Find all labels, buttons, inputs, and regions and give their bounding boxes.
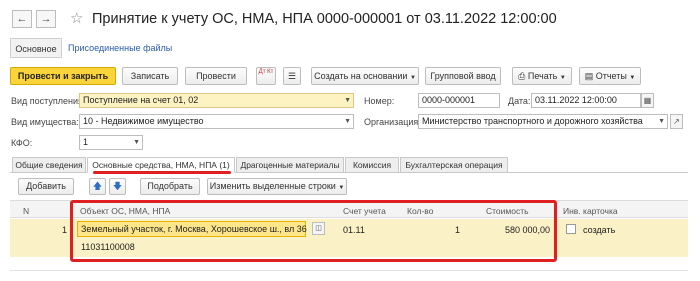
table-bottom-border [10, 270, 688, 271]
list-icon: ☰ [287, 71, 297, 81]
kfo-field[interactable]: 1 ▼ [79, 135, 143, 150]
dt-kt-button[interactable]: Дт Кт [256, 67, 276, 85]
chevron-down-icon[interactable]: ▼ [344, 94, 351, 107]
active-tab-underline [93, 171, 231, 174]
row-number: 1 [62, 225, 68, 235]
property-type-label: Вид имущества: [11, 117, 79, 127]
calendar-button[interactable]: ▦ [641, 93, 654, 108]
chevron-down-icon: ▼ [559, 75, 566, 81]
receipt-type-label: Вид поступления: [11, 96, 86, 106]
organization-label: Организация: [364, 117, 421, 127]
chevron-down-icon[interactable]: ▼ [658, 115, 665, 128]
arrow-left-icon: ← [16, 13, 28, 25]
star-icon[interactable]: ☆ [70, 9, 83, 27]
column-header-n[interactable]: N [23, 206, 29, 216]
print-button[interactable]: ⎙ Печать ▼ [512, 67, 572, 85]
calendar-icon: ▦ [643, 96, 652, 105]
reports-button[interactable]: ▤ Отчеты ▼ [579, 67, 641, 85]
tab-attached-files[interactable]: Присоединенные файлы [68, 38, 172, 58]
column-header-inv-card[interactable]: Инв. карточка [563, 206, 618, 216]
number-field[interactable]: 0000-000001 [418, 93, 500, 108]
organization-field[interactable]: Министерство транспортного и дорожного х… [418, 114, 668, 129]
chevron-down-icon: ▼ [338, 185, 345, 191]
pick-button[interactable]: Подобрать [140, 178, 200, 195]
page-title: Принятие к учету ОС, НМА, НПА 0000-00000… [92, 11, 557, 27]
tab-general[interactable]: Общие сведения [12, 157, 86, 173]
group-input-button[interactable]: Групповой ввод [425, 67, 501, 85]
dt-kt-icon: Дт Кт [258, 69, 274, 75]
chevron-down-icon[interactable]: ▼ [133, 136, 140, 149]
forward-button[interactable]: → [36, 10, 56, 28]
printer-icon: ⎙ [518, 71, 526, 81]
date-label: Дата: [508, 96, 531, 106]
create-card-checkbox[interactable] [566, 224, 576, 234]
post-and-close-button[interactable]: Провести и закрыть [10, 67, 116, 85]
tab-commission[interactable]: Комиссия [345, 157, 399, 173]
chevron-down-icon: ▼ [409, 75, 416, 81]
receipt-type-field[interactable]: Поступление на счет 01, 02 ▼ [79, 93, 354, 108]
date-field[interactable]: 03.11.2022 12:00:00 [531, 93, 641, 108]
chevron-down-icon[interactable]: ▼ [344, 115, 351, 128]
open-link-icon: ↗ [673, 117, 680, 126]
kfo-label: КФО: [11, 138, 33, 148]
save-button[interactable]: Записать [122, 67, 178, 85]
post-button[interactable]: Провести [185, 67, 247, 85]
annotation-highlight-box [70, 200, 557, 262]
arrow-down-icon: 🡇 [112, 181, 123, 191]
arrow-right-icon: → [40, 13, 52, 25]
add-row-button[interactable]: Добавить [18, 178, 74, 195]
report-icon: ▤ [584, 71, 594, 81]
tab-precious-materials[interactable]: Драгоценные материалы [236, 157, 344, 173]
create-based-on-button[interactable]: Создать на основании ▼ [311, 67, 419, 85]
list-button[interactable]: ☰ [283, 67, 301, 85]
back-button[interactable]: ← [12, 10, 32, 28]
move-up-button[interactable]: 🡅 [89, 178, 106, 195]
property-type-field[interactable]: 10 - Недвижимое имущество ▼ [79, 114, 354, 129]
open-organization-button[interactable]: ↗ [670, 114, 683, 129]
number-label: Номер: [364, 96, 395, 106]
change-rows-button[interactable]: Изменить выделенные строки ▼ [207, 178, 347, 195]
arrow-up-icon: 🡅 [92, 181, 103, 191]
move-down-button[interactable]: 🡇 [109, 178, 126, 195]
tab-main[interactable]: Основное [10, 38, 62, 58]
chevron-down-icon: ▼ [629, 75, 636, 81]
tab-accounting-operation[interactable]: Бухгалтерская операция [400, 157, 508, 173]
create-card-label: создать [583, 225, 616, 235]
